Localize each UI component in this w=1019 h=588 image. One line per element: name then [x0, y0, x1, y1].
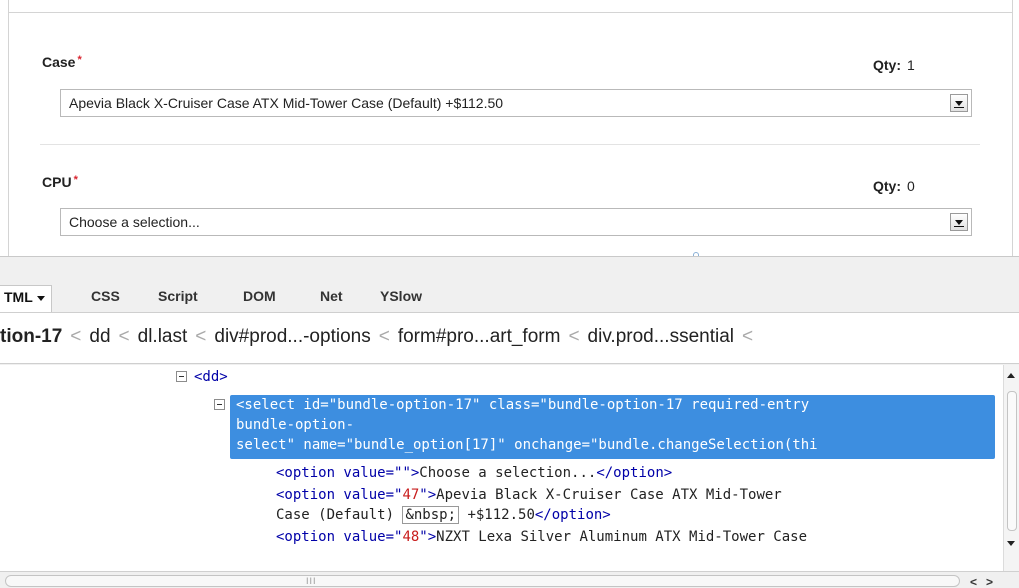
scroll-right-icon[interactable]: >: [986, 575, 993, 588]
cpu-option-label: CPU *: [42, 174, 78, 190]
code-tag: ">: [419, 487, 437, 503]
tab-net[interactable]: Net: [320, 288, 343, 304]
code-tag: </option>: [596, 465, 673, 481]
breadcrumb-item[interactable]: div.prod...ssential: [588, 326, 734, 348]
tab-dom[interactable]: DOM: [243, 288, 276, 304]
code-text: NZXT Lexa Silver Aluminum ATX Mid-Tower …: [436, 529, 808, 545]
code-tag: ">: [402, 465, 420, 481]
case-qty-value: 1: [907, 57, 915, 73]
case-option-label: Case *: [42, 54, 82, 70]
dropdown-arrow-icon[interactable]: [950, 94, 968, 112]
dropdown-arrow-icon[interactable]: [950, 213, 968, 231]
tab-html[interactable]: TML: [0, 285, 52, 312]
html-tree: <dd> <select id="bundle-option-17" class…: [0, 365, 1019, 571]
breadcrumb-separator: <: [70, 326, 82, 347]
product-options-page: Case * Qty: 1 Apevia Black X-Cruiser Case …: [0, 0, 1019, 256]
case-label-text: Case: [42, 54, 76, 70]
tree-node-dd[interactable]: <dd>: [194, 367, 228, 387]
breadcrumb-separator: <: [195, 326, 207, 347]
firebug-panel: TML CSS Script DOM Net YSlow tion-17 < dd <…: [0, 256, 1019, 588]
breadcrumb-item[interactable]: div#prod...-options: [214, 326, 370, 348]
breadcrumb-separator: <: [118, 326, 130, 347]
cpu-label-text: CPU: [42, 174, 72, 190]
tree-node-option-48[interactable]: <option value="48">NZXT Lexa Silver Alum…: [276, 527, 807, 547]
breadcrumb-overflow[interactable]: <: [742, 326, 753, 348]
tree-node-option-empty[interactable]: <option value="">Choose a selection...</…: [276, 463, 672, 483]
tab-script[interactable]: Script: [158, 288, 198, 304]
cpu-select[interactable]: Choose a selection...: [60, 208, 972, 236]
case-select-value: Apevia Black X-Cruiser Case ATX Mid-Towe…: [69, 95, 504, 111]
code-attr-value: 47: [402, 487, 420, 503]
page-top-border: [8, 12, 1013, 13]
code-tag: <option value=": [276, 529, 403, 545]
breadcrumb-item[interactable]: tion-17: [0, 326, 62, 348]
scroll-up-icon[interactable]: [1007, 373, 1015, 378]
horizontal-scrollbar[interactable]: III < >: [0, 571, 1019, 588]
collapse-toggle-icon[interactable]: [176, 371, 187, 382]
option-divider: [40, 144, 980, 145]
tree-node-select-line-1[interactable]: <select id="bundle-option-17" class="bun…: [236, 395, 809, 415]
code-text: +$112.50: [459, 507, 535, 523]
code-tag: </option>: [534, 507, 611, 523]
vertical-scrollbar[interactable]: [1003, 365, 1019, 571]
breadcrumb: tion-17 < dd < dl.last < div#prod...-options < f…: [0, 312, 1019, 364]
scroll-grip-icon: III: [306, 576, 317, 586]
tab-yslow[interactable]: YSlow: [380, 288, 422, 304]
chevron-down-icon[interactable]: [36, 295, 45, 301]
tree-node-option-47[interactable]: <option value="47">Apevia Black X-Cruise…: [276, 485, 782, 505]
tab-html-label: TML: [4, 289, 33, 305]
vertical-scroll-thumb[interactable]: [1007, 391, 1017, 531]
firebug-tab-bar: TML CSS Script DOM Net YSlow: [0, 285, 1019, 312]
scroll-left-icon[interactable]: <: [970, 575, 977, 588]
cpu-qty: Qty: 0: [873, 178, 915, 194]
cpu-select-value: Choose a selection...: [69, 214, 200, 230]
code-tag: ">: [419, 529, 437, 545]
code-text: Case (Default): [276, 507, 403, 523]
tree-node-option-47-cont[interactable]: Case (Default) &nbsp; +$112.50</option>: [276, 505, 611, 525]
tree-node-select-line-3[interactable]: select" name="bundle_option[17]" onchang…: [236, 435, 818, 455]
required-asterisk: *: [77, 54, 82, 66]
breadcrumb-item[interactable]: form#pro...art_form: [398, 326, 561, 348]
breadcrumb-separator: <: [568, 326, 580, 347]
tree-node-select-line-2[interactable]: bundle-option-: [236, 415, 354, 435]
code-text: Apevia Black X-Cruiser Case ATX Mid-Towe…: [436, 487, 782, 503]
scroll-down-icon[interactable]: [1007, 541, 1015, 546]
code-attr-value: 48: [402, 529, 420, 545]
case-qty: Qty: 1: [873, 57, 915, 73]
code-tag: <option value=": [276, 465, 403, 481]
cpu-qty-label: Qty:: [873, 178, 901, 194]
page-left-border: [8, 0, 9, 256]
page-right-border: [1012, 0, 1013, 256]
case-qty-label: Qty:: [873, 57, 901, 73]
collapse-toggle-icon[interactable]: [214, 399, 225, 410]
breadcrumb-item[interactable]: dl.last: [138, 326, 188, 348]
breadcrumb-separator: <: [378, 326, 390, 347]
code-tag: <option value=": [276, 487, 403, 503]
code-entity: &nbsp;: [402, 506, 460, 524]
cpu-qty-value: 0: [907, 178, 915, 194]
tab-css[interactable]: CSS: [91, 288, 120, 304]
code-text: Choose a selection...: [419, 465, 597, 481]
case-select[interactable]: Apevia Black X-Cruiser Case ATX Mid-Towe…: [60, 89, 972, 117]
breadcrumb-item[interactable]: dd: [89, 326, 110, 348]
required-asterisk: *: [73, 174, 78, 186]
horizontal-scroll-thumb[interactable]: III: [5, 575, 960, 587]
